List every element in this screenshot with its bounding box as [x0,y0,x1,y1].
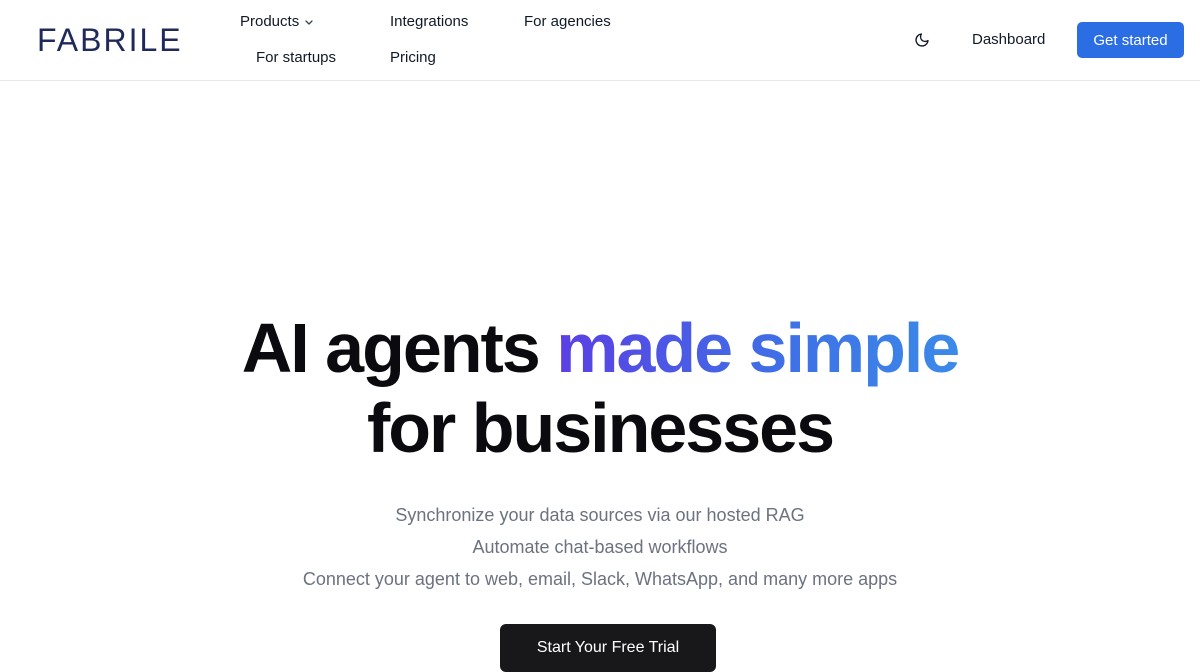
nav-products-dropdown[interactable]: Products [240,13,314,31]
hero-subtitles: Synchronize your data sources via our ho… [0,499,1200,595]
hero-title-part-1: AI agents [241,309,557,387]
site-header: FABRILE Products Integrations For agenci… [0,0,1200,81]
nav-products-label: Products [240,13,300,30]
fabrile-logo[interactable]: FABRILE [37,22,183,58]
chevron-down-icon [305,20,313,25]
dashboard-link[interactable]: Dashboard [972,31,1045,49]
get-started-button[interactable]: Get started [1077,22,1184,58]
nav-integrations-link[interactable]: Integrations [390,13,468,31]
hero-subtitle-2: Automate chat-based workflows [472,537,728,557]
theme-toggle-button[interactable] [910,28,934,52]
hero-title: AI agents made simple for businesses [0,308,1200,468]
nav-pricing-link[interactable]: Pricing [390,49,436,67]
hero-title-highlight: made simple [556,309,960,387]
nav-for-agencies-link[interactable]: For agencies [524,13,611,31]
nav-for-startups-link[interactable]: For startups [256,49,336,67]
moon-icon [915,33,929,47]
hero-title-line-1: AI agents made simple [0,308,1200,388]
hero-subtitle-1: Synchronize your data sources via our ho… [395,505,805,525]
hero-title-line-2: for businesses [366,389,835,467]
hero-subtitle-3: Connect your agent to web, email, Slack,… [302,569,898,589]
start-free-trial-button[interactable]: Start Your Free Trial [500,624,716,672]
